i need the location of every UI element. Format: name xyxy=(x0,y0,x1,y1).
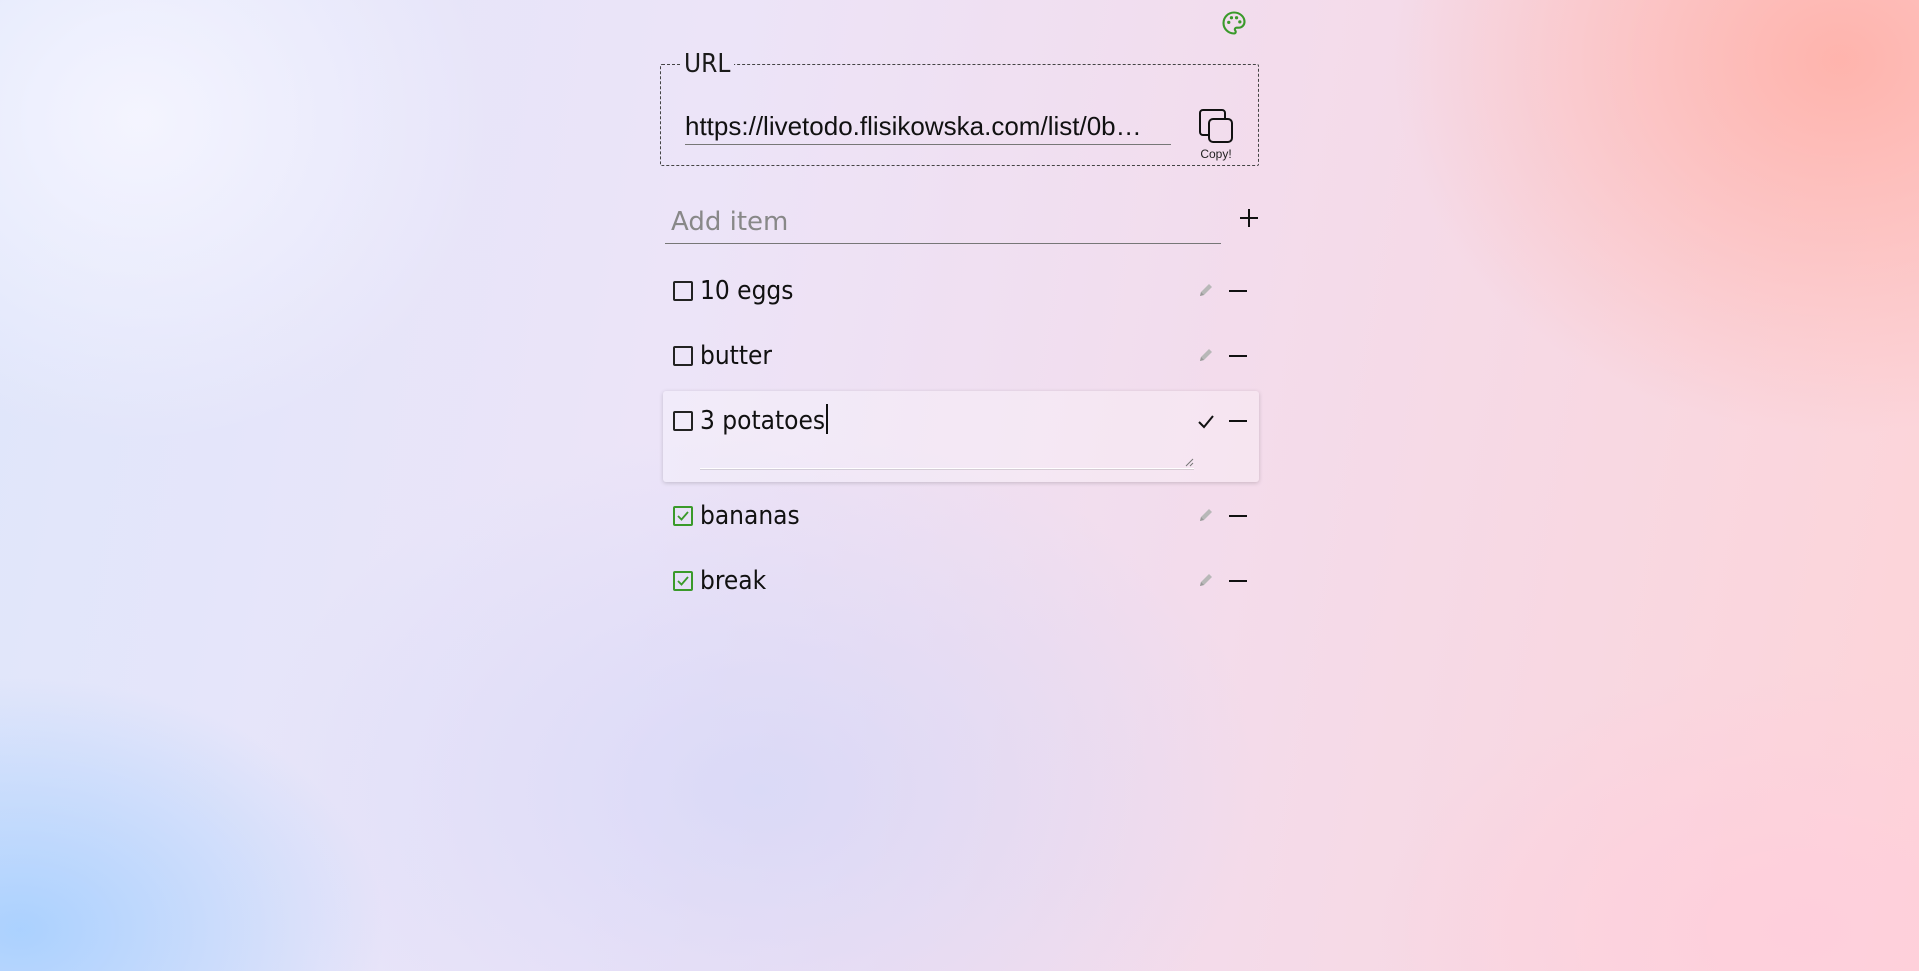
share-url-box: URL Copy! xyxy=(660,50,1259,166)
minus-icon xyxy=(1229,515,1247,517)
edit-item-button[interactable] xyxy=(1196,281,1216,301)
palette-icon xyxy=(1222,11,1246,35)
edit-item-button[interactable] xyxy=(1196,506,1216,526)
add-item-button[interactable] xyxy=(1234,204,1264,234)
item-checkbox-checked[interactable] xyxy=(673,571,693,591)
share-url-field[interactable] xyxy=(685,108,1171,145)
plus-icon xyxy=(1240,208,1258,227)
todo-app: URL Copy! 10 eggs xyxy=(660,50,1260,596)
text-caret xyxy=(826,404,828,434)
item-edit-field[interactable]: 3 potatoes xyxy=(700,403,828,439)
pencil-icon xyxy=(1200,509,1212,521)
pencil-icon xyxy=(1200,574,1212,586)
checkmark-icon xyxy=(677,576,689,586)
edit-item-button[interactable] xyxy=(1196,571,1216,591)
minus-icon xyxy=(1229,355,1247,357)
todo-item: 10 eggs xyxy=(663,264,1259,329)
minus-icon xyxy=(1229,580,1247,582)
item-checkbox[interactable] xyxy=(673,411,693,431)
todo-item: bananas xyxy=(663,489,1259,554)
edit-item-button[interactable] xyxy=(1196,346,1216,366)
todo-list: 10 eggs butter 3 potatoes bananas break xyxy=(663,264,1259,619)
url-legend: URL xyxy=(684,49,731,79)
item-checkbox[interactable] xyxy=(673,346,693,366)
checkmark-icon xyxy=(1198,415,1214,429)
pencil-icon xyxy=(1200,284,1212,296)
resize-grip-icon[interactable] xyxy=(1185,458,1194,467)
todo-item: butter xyxy=(663,329,1259,394)
copy-url-button[interactable]: Copy! xyxy=(1191,104,1241,164)
copy-label: Copy! xyxy=(1200,147,1232,161)
item-label: break xyxy=(700,566,767,596)
item-label: 3 potatoes xyxy=(700,406,826,436)
pencil-icon xyxy=(1200,349,1212,361)
item-checkbox-checked[interactable] xyxy=(673,506,693,526)
todo-item-editing: 3 potatoes xyxy=(663,391,1259,482)
remove-item-button[interactable] xyxy=(1226,345,1250,367)
todo-item: break xyxy=(663,554,1259,619)
item-label: 10 eggs xyxy=(700,276,794,306)
remove-item-button[interactable] xyxy=(1226,410,1250,432)
remove-item-button[interactable] xyxy=(1226,280,1250,302)
item-edit-textarea[interactable] xyxy=(700,448,1194,469)
add-item-input[interactable] xyxy=(665,200,1221,244)
checkmark-icon xyxy=(677,511,689,521)
item-checkbox[interactable] xyxy=(673,281,693,301)
theme-palette-button[interactable] xyxy=(1220,9,1248,37)
remove-item-button[interactable] xyxy=(1226,570,1250,592)
add-item-row xyxy=(665,200,1258,250)
save-item-button[interactable] xyxy=(1195,411,1217,433)
copy-icon xyxy=(1199,109,1233,143)
minus-icon xyxy=(1229,290,1247,292)
item-label: butter xyxy=(700,341,773,371)
remove-item-button[interactable] xyxy=(1226,505,1250,527)
minus-icon xyxy=(1229,420,1247,422)
item-label: bananas xyxy=(700,501,800,531)
